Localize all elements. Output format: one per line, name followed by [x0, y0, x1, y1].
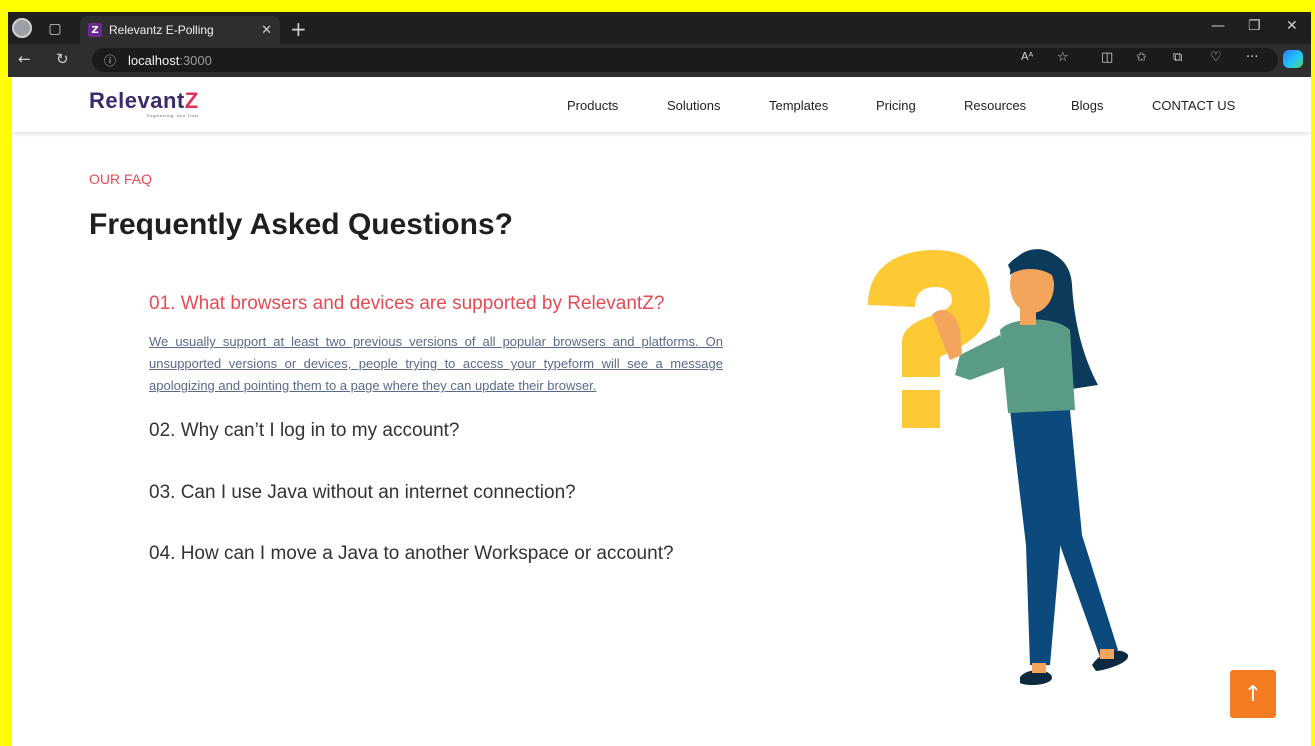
nav-products[interactable]: Products: [567, 98, 618, 113]
back-icon[interactable]: ←: [18, 50, 31, 68]
favorites-icon[interactable]: ✩: [1136, 50, 1147, 65]
close-tab-icon[interactable]: ✕: [261, 23, 272, 38]
web-page: RelevantZ Engineering. And Trust. Produc…: [12, 77, 1311, 746]
browser-essentials-icon[interactable]: ♡: [1210, 50, 1222, 65]
question-mark-dot: [902, 390, 940, 428]
scroll-to-top-button[interactable]: ↑: [1230, 670, 1276, 718]
faq-question-1[interactable]: 01. What browsers and devices are suppor…: [149, 293, 664, 315]
nav-blogs[interactable]: Blogs: [1071, 98, 1104, 113]
tab-strip: ▢ Z Relevantz E-Polling ✕ + — ❐ ✕: [8, 12, 1311, 44]
profile-icon[interactable]: [12, 18, 32, 38]
nav-solutions[interactable]: Solutions: [667, 98, 720, 113]
ankle-right: [1100, 649, 1114, 659]
faq-title: Frequently Asked Questions?: [89, 208, 513, 241]
more-icon[interactable]: ···: [1246, 50, 1258, 65]
arrow-up-icon: ↑: [1243, 681, 1263, 707]
logo-z: Z: [184, 88, 199, 113]
collections-icon[interactable]: ⧉: [1173, 50, 1182, 65]
nav-resources[interactable]: Resources: [964, 98, 1026, 113]
faq-question-3[interactable]: 03. Can I use Java without an internet c…: [149, 482, 576, 504]
restore-icon[interactable]: ❐: [1248, 18, 1261, 34]
browser-tab[interactable]: Z Relevantz E-Polling ✕: [80, 16, 280, 44]
faq-question-4[interactable]: 04. How can I move a Java to another Wor…: [149, 543, 674, 565]
split-screen-icon[interactable]: ◫: [1101, 50, 1113, 65]
logo-tagline: Engineering. And Trust.: [147, 113, 201, 118]
site-navbar: RelevantZ Engineering. And Trust. Produc…: [12, 77, 1311, 132]
faq-illustration: [868, 249, 1129, 685]
address-port: :3000: [179, 52, 212, 68]
site-logo[interactable]: RelevantZ: [89, 88, 199, 114]
refresh-icon[interactable]: ↻: [56, 50, 69, 68]
torso-sweater: [1000, 319, 1075, 413]
browser-chrome: ▢ Z Relevantz E-Polling ✕ + — ❐ ✕ ← ↻ ⓘ …: [8, 12, 1311, 77]
read-aloud-icon[interactable]: Aᴬ: [1021, 50, 1033, 63]
info-icon[interactable]: ⓘ: [104, 52, 116, 69]
tab-title: Relevantz E-Polling: [109, 23, 214, 37]
faq-answer-1[interactable]: We usually support at least two previous…: [149, 331, 723, 397]
address-host: localhost: [128, 52, 180, 68]
close-window-icon[interactable]: ✕: [1286, 18, 1298, 34]
copilot-icon[interactable]: [1283, 50, 1303, 68]
new-tab-icon[interactable]: +: [290, 17, 307, 41]
toolbar: ← ↻ ⓘ localhost :3000: [8, 44, 1311, 77]
ankle-left: [1032, 663, 1046, 673]
minimize-icon[interactable]: —: [1211, 18, 1225, 34]
faq-question-2[interactable]: 02. Why can’t I log in to my account?: [149, 420, 460, 442]
nav-pricing[interactable]: Pricing: [876, 98, 916, 113]
favorite-icon[interactable]: ☆: [1057, 50, 1069, 65]
tab-actions-icon[interactable]: ▢: [44, 18, 66, 40]
tab-favicon-icon: Z: [88, 23, 102, 37]
nav-contact-us[interactable]: CONTACT US: [1152, 98, 1235, 113]
faq-eyebrow: OUR FAQ: [89, 171, 153, 187]
nav-templates[interactable]: Templates: [769, 98, 828, 113]
logo-text: Relevant: [89, 88, 185, 113]
